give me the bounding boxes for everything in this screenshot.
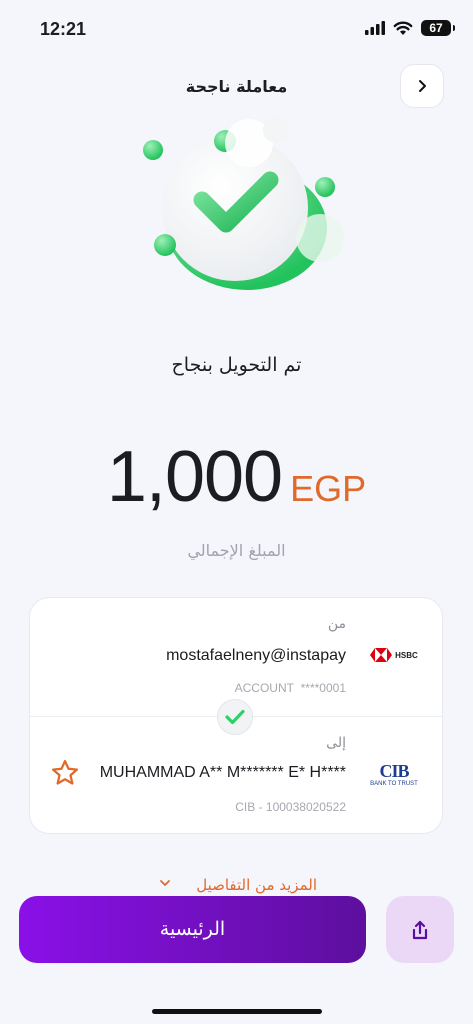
share-icon — [412, 920, 428, 939]
status-time: 12:21 — [40, 19, 87, 39]
from-label: من — [327, 616, 346, 632]
more-details-link[interactable]: المزيد من التفاصيل — [196, 876, 317, 894]
cib-logo: CIB BANK TO TRUST — [366, 758, 422, 790]
check-badge — [217, 699, 253, 735]
cellular-signal-icon — [365, 21, 385, 35]
home-indicator — [152, 1009, 322, 1014]
recipient-account: CIB - 100038020522 — [235, 800, 346, 814]
share-button[interactable] — [386, 896, 454, 963]
status-bar: 12:21 67 — [0, 0, 473, 58]
wifi-icon — [393, 21, 413, 35]
status-icons: 67 — [365, 20, 455, 36]
transfer-details-card: من mostafaelneny@instapay ACCOUNT ****00… — [29, 597, 443, 834]
cib-logo-text: CIB — [379, 760, 409, 781]
sender-name: mostafaelneny@instapay — [166, 647, 346, 664]
chevron-down-icon[interactable] — [158, 876, 172, 890]
account-label: ACCOUNT — [234, 681, 294, 695]
amount-value: 1,000 — [106, 437, 283, 517]
to-label: إلى — [326, 735, 346, 751]
battery-icon: 67 — [421, 20, 455, 36]
success-message: تم التحويل بنجاح — [171, 354, 302, 376]
hsbc-logo-text: HSBC — [395, 650, 418, 660]
cib-tagline: BANK TO TRUST — [370, 780, 418, 787]
total-amount-label: المبلغ الإجمالي — [187, 541, 286, 560]
sender-account: ACCOUNT ****0001 — [235, 681, 346, 695]
amount-display: 1,000 EGP — [0, 436, 473, 518]
success-illustration — [143, 117, 344, 290]
chevron-right-icon — [419, 80, 426, 92]
hsbc-logo: HSBC — [366, 639, 422, 671]
currency-code: EGP — [290, 468, 367, 509]
recipient-name: MUHAMMAD A** M******* E* H**** — [99, 764, 346, 781]
battery-level: 67 — [429, 21, 443, 35]
hsbc-hexagon-icon — [370, 648, 393, 662]
back-button[interactable] — [400, 64, 444, 108]
favorite-star-icon[interactable] — [50, 758, 80, 788]
account-number: ****0001 — [300, 681, 346, 695]
home-button-label: الرئيسية — [159, 919, 226, 940]
home-button[interactable]: الرئيسية — [19, 896, 366, 963]
check-icon — [225, 709, 245, 725]
